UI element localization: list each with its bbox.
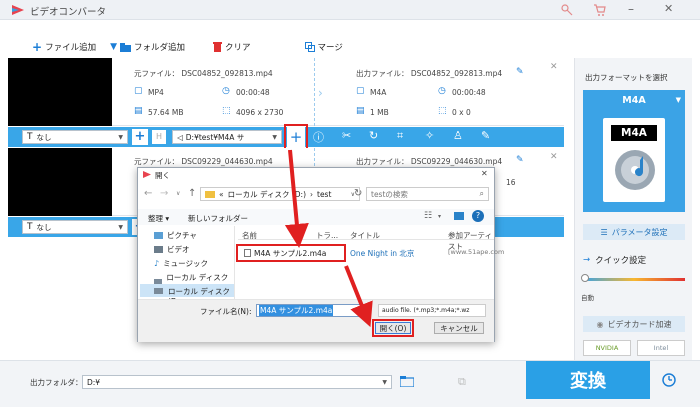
arrow-to-open	[344, 265, 373, 328]
arrow-to-file	[284, 149, 309, 248]
annotation-arrows	[284, 149, 373, 328]
